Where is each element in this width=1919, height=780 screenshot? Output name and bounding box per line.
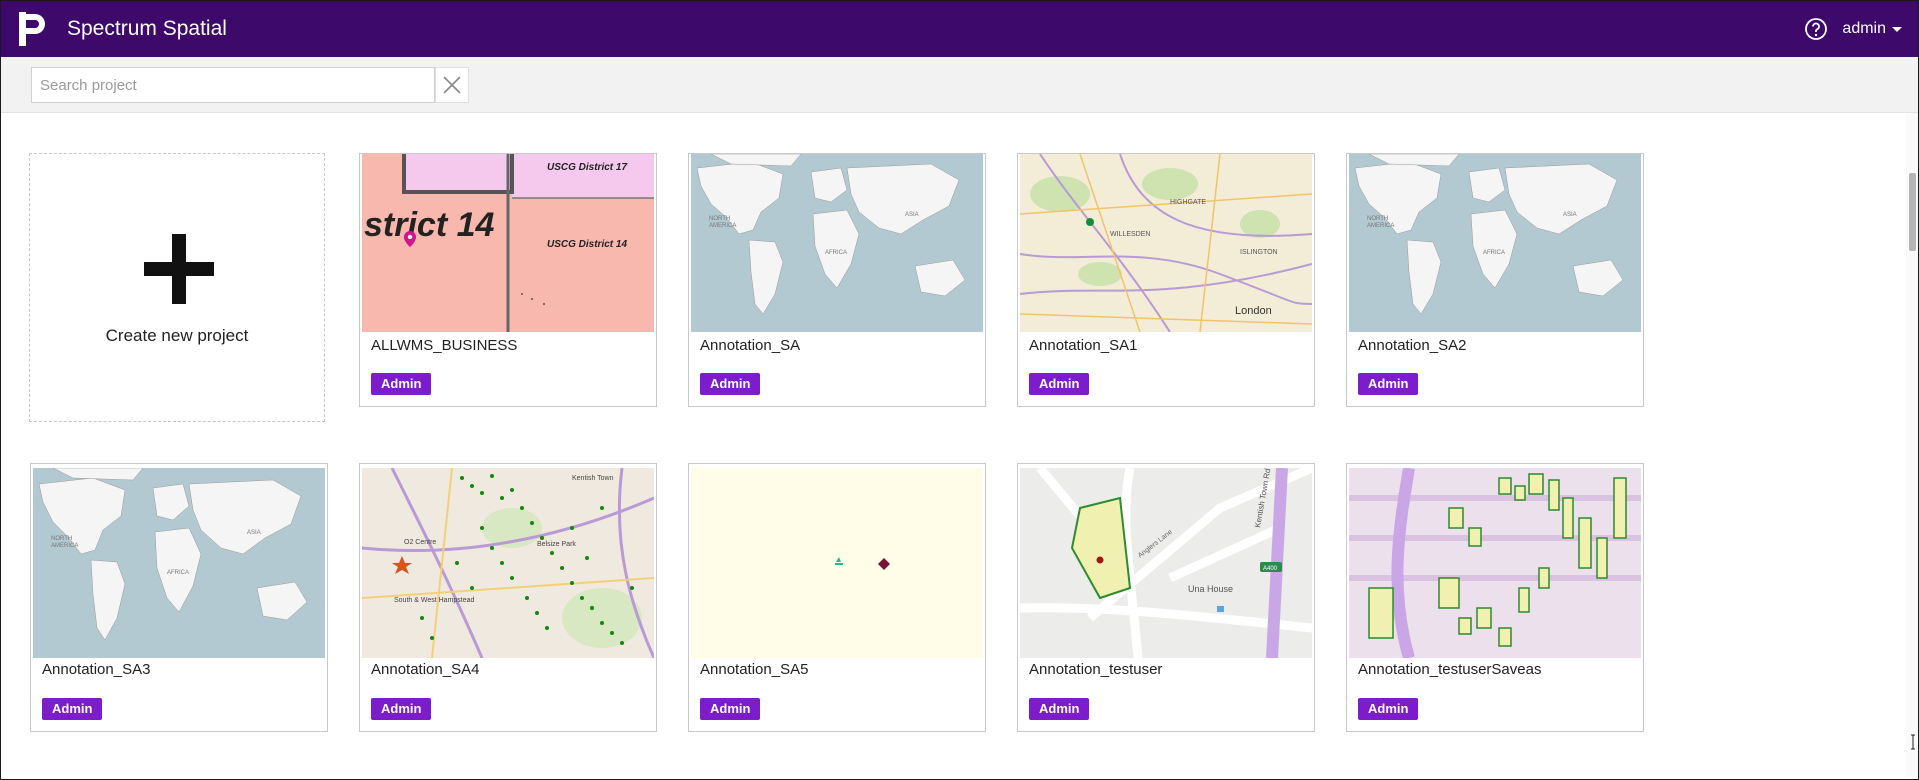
svg-text:Belsize Park: Belsize Park — [537, 541, 576, 548]
project-thumbnail: USCG District 17 USCG District 14 strict… — [362, 154, 654, 332]
street-map-thumbnail: A400 Una House Kentish Town Rd Anglers L… — [1020, 468, 1312, 658]
user-menu[interactable]: admin — [1842, 20, 1902, 38]
text-cursor-icon — [1911, 734, 1915, 750]
project-name: Annotation_SA3 — [42, 661, 151, 678]
username-label: admin — [1842, 20, 1886, 37]
london-map-thumbnail: WILLESDEN HIGHGATE ISLINGTON London — [1020, 154, 1312, 332]
project-name: Annotation_SA — [700, 337, 801, 354]
svg-text:USCG District 14: USCG District 14 — [547, 239, 627, 250]
project-thumbnail: NORTH AMERICA ASIA AFRICA — [1349, 154, 1641, 332]
svg-text:strict 14: strict 14 — [364, 206, 494, 244]
project-card[interactable]: Annotation_testuserSaveas Admin — [1346, 463, 1644, 732]
app-window: Spectrum Spatial admin Create ne — [0, 0, 1919, 780]
project-card[interactable]: O2 Centre Belsize Park Kentish Town Sout… — [359, 463, 657, 732]
role-badge[interactable]: Admin — [1029, 373, 1090, 395]
svg-text:ISLINGTON: ISLINGTON — [1240, 249, 1278, 256]
project-card[interactable]: NORTH AMERICA ASIA AFRICA Annotation_SA … — [688, 153, 986, 407]
create-new-project-label: Create new project — [105, 326, 249, 345]
project-name: Annotation_SA4 — [371, 661, 480, 678]
svg-text:ASIA: ASIA — [247, 530, 261, 536]
project-thumbnail: WILLESDEN HIGHGATE ISLINGTON London — [1020, 154, 1312, 332]
svg-text:Una House: Una House — [1188, 584, 1233, 594]
district-map-thumbnail: USCG District 17 USCG District 14 strict… — [362, 154, 654, 332]
project-card[interactable]: USCG District 17 USCG District 14 strict… — [359, 153, 657, 407]
svg-text:ASIA: ASIA — [1563, 212, 1577, 218]
svg-text:AMERICA: AMERICA — [51, 543, 78, 549]
search-toolbar — [1, 57, 1918, 113]
project-thumbnail: NORTH AMERICA ASIA AFRICA — [33, 468, 325, 658]
help-icon[interactable] — [1804, 17, 1828, 41]
project-card[interactable]: NORTH AMERICA ASIA AFRICA Annotation_SA3… — [30, 463, 328, 732]
svg-text:AMERICA: AMERICA — [709, 223, 736, 229]
project-card[interactable]: A400 Una House Kentish Town Rd Anglers L… — [1017, 463, 1315, 732]
svg-text:HIGHGATE: HIGHGATE — [1170, 199, 1206, 206]
role-badge[interactable]: Admin — [371, 698, 432, 720]
svg-text:WILLESDEN: WILLESDEN — [1110, 231, 1150, 238]
role-badge[interactable]: Admin — [1358, 373, 1419, 395]
scrollbar-thumb[interactable] — [1909, 173, 1916, 251]
project-thumbnail: O2 Centre Belsize Park Kentish Town Sout… — [362, 468, 654, 658]
role-badge[interactable]: Admin — [700, 373, 761, 395]
role-badge[interactable]: Admin — [1358, 698, 1419, 720]
clear-search-button[interactable] — [435, 67, 469, 103]
project-name: Annotation_SA2 — [1358, 337, 1467, 354]
chevron-down-icon — [1892, 26, 1902, 32]
world-map-thumbnail: NORTH AMERICA ASIA AFRICA — [33, 468, 325, 658]
svg-text:Kentish Town: Kentish Town — [572, 475, 614, 482]
close-icon — [443, 76, 461, 94]
spectrum-logo-icon[interactable] — [19, 12, 47, 46]
role-badge[interactable]: Admin — [42, 698, 103, 720]
svg-text:NORTH: NORTH — [1367, 216, 1388, 222]
top-right-controls: admin — [1804, 1, 1902, 57]
project-thumbnail — [1349, 468, 1641, 658]
svg-text:NORTH: NORTH — [709, 216, 730, 222]
project-name: Annotation_testuserSaveas — [1358, 661, 1542, 678]
svg-text:NORTH: NORTH — [51, 536, 72, 542]
blank-map-thumbnail — [691, 468, 983, 658]
project-thumbnail: A400 Una House Kentish Town Rd Anglers L… — [1020, 468, 1312, 658]
world-map-thumbnail: NORTH AMERICA ASIA AFRICA — [1349, 154, 1641, 332]
svg-text:USCG District 17: USCG District 17 — [547, 162, 627, 173]
project-card[interactable]: NORTH AMERICA ASIA AFRICA Annotation_SA2… — [1346, 153, 1644, 407]
project-name: Annotation_testuser — [1029, 661, 1163, 678]
project-card[interactable]: WILLESDEN HIGHGATE ISLINGTON London Anno… — [1017, 153, 1315, 407]
project-name: ALLWMS_BUSINESS — [371, 337, 518, 354]
role-badge[interactable]: Admin — [700, 698, 761, 720]
project-name: Annotation_SA1 — [1029, 337, 1138, 354]
world-map-thumbnail: NORTH AMERICA ASIA AFRICA — [691, 154, 983, 332]
svg-text:AFRICA: AFRICA — [167, 570, 189, 576]
role-badge[interactable]: Admin — [371, 373, 432, 395]
svg-text:AMERICA: AMERICA — [1367, 223, 1394, 229]
svg-text:A400: A400 — [1263, 566, 1278, 572]
create-new-project-card[interactable]: Create new project — [29, 153, 325, 422]
points-map-thumbnail: O2 Centre Belsize Park Kentish Town Sout… — [362, 468, 654, 658]
svg-text:AFRICA: AFRICA — [825, 250, 847, 256]
svg-text:London: London — [1235, 305, 1272, 317]
project-thumbnail — [691, 468, 983, 658]
svg-text:South & West Hampstead: South & West Hampstead — [394, 597, 475, 604]
role-badge[interactable]: Admin — [1029, 698, 1090, 720]
project-name: Annotation_SA5 — [700, 661, 809, 678]
project-thumbnail: NORTH AMERICA ASIA AFRICA — [691, 154, 983, 332]
svg-text:ASIA: ASIA — [905, 212, 919, 218]
top-navigation-bar: Spectrum Spatial admin — [1, 1, 1918, 57]
plus-icon — [144, 234, 214, 304]
project-card[interactable]: Annotation_SA5 Admin — [688, 463, 986, 732]
search-project-input[interactable] — [31, 67, 435, 103]
svg-text:AFRICA: AFRICA — [1483, 250, 1505, 256]
parcels-map-thumbnail — [1349, 468, 1641, 658]
app-title: Spectrum Spatial — [67, 17, 227, 40]
svg-text:O2 Centre: O2 Centre — [404, 539, 436, 546]
